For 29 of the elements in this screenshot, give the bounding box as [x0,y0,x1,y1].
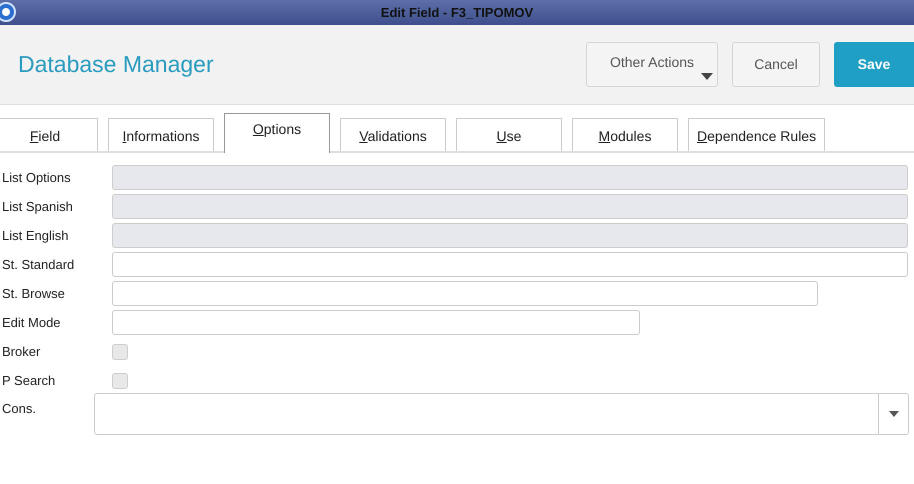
tab[interactable]: Informations [108,118,214,151]
app-icon [0,2,16,22]
field-label: List English [1,226,70,245]
dropdown-caret-icon [888,411,898,417]
field-label: St. Standard [1,256,76,274]
field-label: Edit Mode [1,314,62,332]
caret-icon [701,73,713,80]
tab[interactable]: Options [224,113,330,153]
cancel-button[interactable]: Cancel [732,42,820,87]
tab[interactable]: Validations [340,118,446,151]
field-label: Broker [1,342,42,361]
checkbox[interactable] [112,372,128,388]
tab[interactable]: Field [0,118,98,151]
window-title: Edit Field - F3_TIPOMOV [380,4,534,22]
field-label: List Options [1,168,72,187]
input-field[interactable] [112,252,908,277]
checkbox[interactable] [112,344,128,360]
app-title: Database Manager [18,50,215,80]
field-label: St. Browse [1,284,66,303]
tab[interactable]: Dependence Rules [688,118,826,151]
combo-field[interactable] [94,393,909,435]
input-field[interactable] [112,310,640,335]
other-actions-button[interactable]: Other Actions [586,42,718,87]
field-label: P Search [1,372,56,390]
input-field[interactable] [112,281,818,306]
field-label: Cons. [1,400,37,418]
tab[interactable]: Modules [572,118,678,151]
tab[interactable]: Use [456,118,562,151]
field-label: List Spanish [1,198,74,216]
